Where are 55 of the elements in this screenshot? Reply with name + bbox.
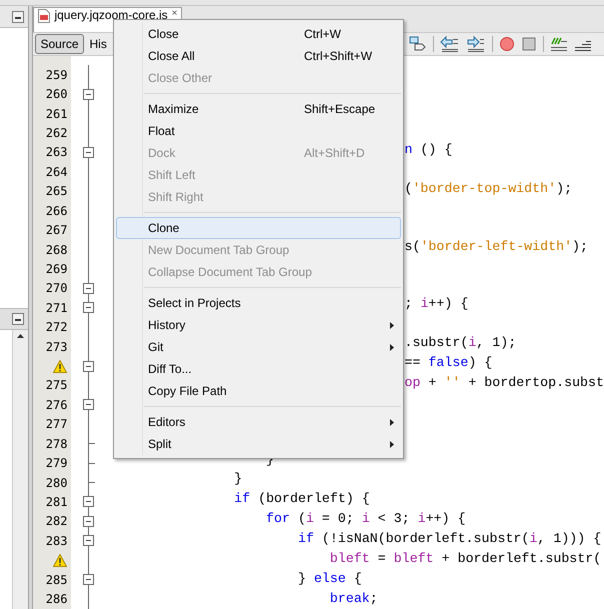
menu-item[interactable]: History [116, 314, 401, 336]
line-number: 269 [46, 260, 68, 278]
line-number: 259 [46, 66, 68, 84]
code-line: n () { [404, 141, 452, 160]
line-number: 260 [46, 86, 68, 104]
menu-item[interactable]: Close All Ctrl+Shift+W [116, 45, 401, 67]
line-number: 263 [46, 144, 68, 162]
line-number: 268 [46, 242, 68, 258]
code-line: == false) { [404, 354, 492, 372]
line-number: 279 [46, 455, 68, 472]
line-number: 270 [46, 280, 68, 298]
code-line: } [233, 470, 242, 488]
line-number: 277 [46, 416, 68, 434]
menu-item[interactable]: Git [116, 336, 401, 358]
code-line: ('border-top-width'); [404, 180, 572, 198]
line-number: 267 [46, 222, 68, 240]
code-line: .substr(i, 1); [404, 334, 516, 352]
line-number: 265 [46, 183, 68, 200]
line-number: 275 [46, 377, 68, 394]
line-number: 261 [46, 106, 68, 123]
code-line: } else { [296, 570, 362, 588]
tab-close-button[interactable]: × [172, 9, 178, 19]
menu-item[interactable]: Clone [116, 217, 401, 239]
line-number: 272 [46, 319, 68, 336]
menu-item[interactable]: Maximize Shift+Escape [116, 98, 401, 120]
code-line: for (i = 0; i < 3; i++) { [265, 510, 466, 528]
code-line: if (!isNaN(borderleft.substr(i, 1))) { [296, 530, 602, 548]
line-number: 262 [46, 124, 68, 142]
menu-item[interactable]: Float [116, 120, 401, 142]
line-number: 286 [46, 591, 68, 608]
line-number: 264 [46, 164, 68, 181]
code-line: op + '' + bordertop.subst [404, 374, 604, 392]
line-number: 276 [46, 396, 68, 414]
view-button[interactable]: His [86, 34, 111, 54]
line-number: 266 [46, 202, 68, 220]
line-number: 273 [46, 338, 68, 356]
code-line: ; i++) { [404, 295, 468, 314]
menu-item[interactable]: Split [116, 433, 401, 455]
menu-item[interactable]: Copy File Path [116, 380, 401, 402]
line-number: 280 [46, 474, 68, 492]
menu-item[interactable]: Editors [116, 411, 401, 433]
line-number: 282 [46, 513, 68, 530]
code-line: bleft = bleft + borderleft.substr( [328, 550, 602, 568]
code-line: s('border-left-width'); [404, 238, 588, 256]
line-number: 283 [46, 532, 68, 550]
code-line: break; [328, 590, 378, 608]
menu-item[interactable]: Diff To... [116, 358, 401, 380]
line-number: 278 [46, 436, 68, 453]
line-number: 281 [46, 494, 68, 511]
view-button[interactable]: Source [35, 34, 84, 54]
line-number: 271 [46, 300, 68, 317]
tab-title: jquery.jqzoom-core.js [54, 9, 168, 21]
menu-item[interactable]: Select in Projects [116, 292, 401, 314]
code-line: if (borderleft) { [233, 490, 370, 508]
line-number: 285 [46, 572, 68, 589]
